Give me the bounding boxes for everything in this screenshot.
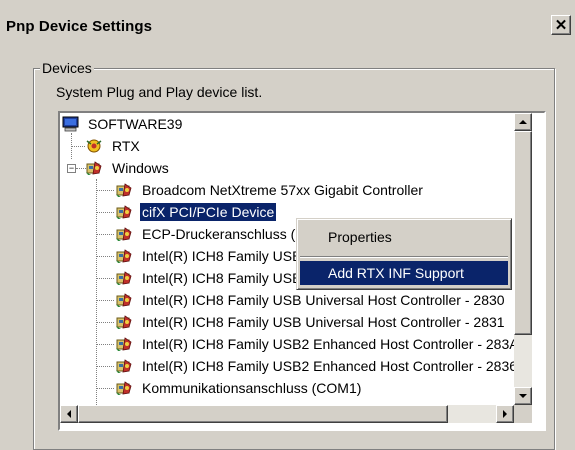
menu-separator — [300, 256, 508, 258]
device-item-label: Intel(R) ICH8 Family USB2 Enhanced Host … — [142, 358, 518, 374]
horizontal-scroll-thumb[interactable] — [78, 405, 448, 423]
tree-node-label: Windows — [112, 160, 169, 176]
devices-group-label: Devices — [40, 60, 94, 76]
context-menu: Properties Add RTX INF Support — [296, 218, 512, 290]
device-item[interactable]: Kommunikationsanschluss (COM1) — [62, 377, 522, 399]
rtx-device-icon — [86, 139, 102, 153]
device-item-label: Kommunikationsanschluss (COM1) — [142, 380, 362, 396]
arrow-up-icon — [519, 120, 527, 124]
arrow-down-icon — [519, 394, 527, 398]
tree-node-label: SOFTWARE39 — [88, 116, 183, 132]
menu-item-label: Properties — [328, 229, 392, 245]
scroll-down-button[interactable] — [514, 387, 532, 405]
tree-node-root[interactable]: SOFTWARE39 — [62, 113, 362, 135]
menu-item-add-rtx-inf-support[interactable]: Add RTX INF Support — [300, 261, 508, 285]
device-icon — [115, 248, 133, 264]
device-item[interactable]: Intel(R) ICH8 Family USB Universal Host … — [62, 289, 522, 311]
scroll-left-button[interactable] — [60, 405, 78, 423]
device-category-icon — [85, 160, 103, 176]
device-list-description: System Plug and Play device list. — [56, 84, 263, 100]
device-icon — [115, 270, 133, 286]
arrow-left-icon — [67, 410, 71, 418]
device-icon — [115, 380, 133, 396]
device-icon — [115, 314, 133, 330]
device-item-label: Intel(R) ICH8 Family USB2 Enhanced Host … — [142, 336, 519, 352]
device-icon — [115, 182, 133, 198]
device-item-label: Intel(R) ICH8 Family USB Universal Host … — [142, 314, 505, 330]
scrollbar-corner — [514, 405, 532, 423]
tree-node-label: RTX — [112, 138, 140, 154]
computer-icon — [62, 116, 79, 132]
scroll-up-button[interactable] — [514, 113, 532, 131]
close-icon: ✕ — [554, 17, 568, 34]
arrow-right-icon — [503, 410, 507, 418]
device-item[interactable]: Intel(R) ICH8 Family USB Universal Host … — [62, 311, 522, 333]
tree-node-windows[interactable]: − Windows — [62, 157, 362, 179]
tree-node-rtx[interactable]: RTX — [62, 135, 362, 157]
scroll-right-button[interactable] — [496, 405, 514, 423]
device-item-label: cifX PCI/PCIe Device — [140, 203, 277, 221]
window-title: Pnp Device Settings — [6, 18, 153, 35]
title-bar: Pnp Device Settings ✕ — [0, 0, 575, 42]
device-icon — [115, 358, 133, 374]
device-icon — [115, 336, 133, 352]
menu-item-properties[interactable]: Properties — [300, 225, 508, 249]
vertical-scroll-thumb[interactable] — [514, 131, 532, 335]
device-item[interactable]: Intel(R) ICH8 Family USB2 Enhanced Host … — [62, 333, 522, 355]
horizontal-scrollbar[interactable] — [60, 405, 514, 423]
device-item[interactable]: Broadcom NetXtreme 57xx Gigabit Controll… — [62, 179, 522, 201]
device-icon — [115, 226, 133, 242]
collapse-icon[interactable]: − — [67, 164, 76, 173]
close-button[interactable]: ✕ — [551, 15, 571, 35]
device-icon — [115, 204, 133, 220]
vertical-scrollbar[interactable] — [514, 113, 532, 405]
device-item-label: Intel(R) ICH8 Family USB Universal Host … — [142, 292, 505, 308]
device-icon — [115, 292, 133, 308]
device-item-label: Broadcom NetXtreme 57xx Gigabit Controll… — [142, 182, 423, 198]
device-item[interactable]: Intel(R) ICH8 Family USB2 Enhanced Host … — [62, 355, 522, 377]
menu-item-label: Add RTX INF Support — [328, 265, 464, 281]
